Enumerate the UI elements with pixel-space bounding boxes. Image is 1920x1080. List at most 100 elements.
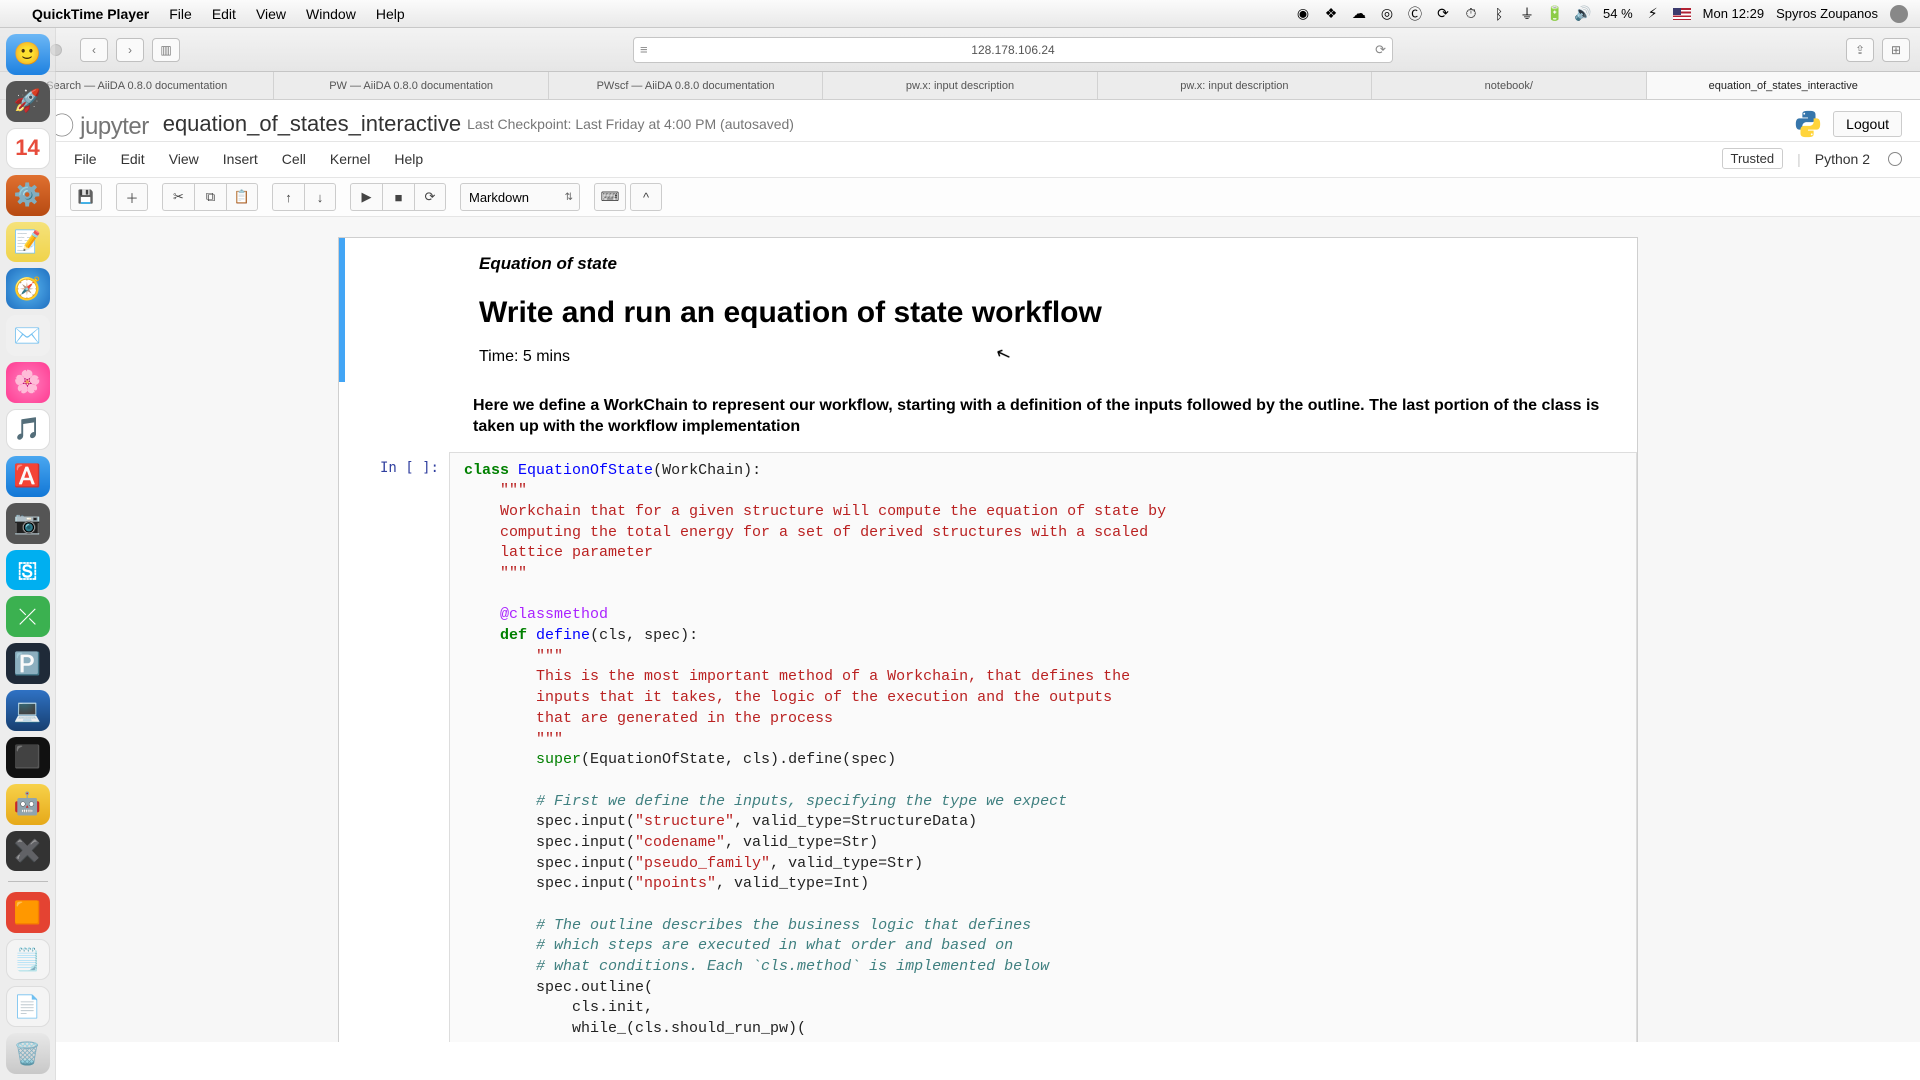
- eos-time: Time: 5 mins: [479, 348, 1613, 366]
- dock-photos[interactable]: 🌸: [6, 362, 50, 403]
- active-app-name[interactable]: QuickTime Player: [32, 6, 149, 22]
- jp-menu-insert[interactable]: Insert: [223, 151, 258, 167]
- safari-tab-6[interactable]: equation_of_states_interactive: [1647, 72, 1920, 99]
- notebook-scroll-area[interactable]: Equation of state Write and run an equat…: [56, 217, 1920, 1042]
- clock[interactable]: Mon 12:29: [1703, 6, 1764, 21]
- safari-tab-4[interactable]: pw.x: input description: [1098, 72, 1372, 99]
- dock-file[interactable]: 📄: [6, 986, 50, 1027]
- dock-mail[interactable]: ✉️: [6, 315, 50, 356]
- restart-button[interactable]: ⟳: [414, 183, 446, 211]
- sidebar-button[interactable]: ▥: [152, 38, 180, 62]
- dock-pycharm[interactable]: 🅿️: [6, 643, 50, 684]
- jp-menu-view[interactable]: View: [169, 151, 199, 167]
- paste-button[interactable]: 📋: [226, 183, 258, 211]
- wifi-icon[interactable]: ⏚: [1519, 6, 1535, 22]
- safari-tab-5[interactable]: notebook/: [1372, 72, 1646, 99]
- move-down-button[interactable]: ↓: [304, 183, 336, 211]
- spotlight-icon[interactable]: [1890, 5, 1908, 23]
- dock-x11[interactable]: ✖️: [6, 831, 50, 872]
- share-button[interactable]: ⇪: [1846, 38, 1874, 62]
- forward-button[interactable]: ›: [116, 38, 144, 62]
- dock-trash[interactable]: 🗑️: [6, 1033, 50, 1074]
- back-button[interactable]: ‹: [80, 38, 108, 62]
- tabs-button[interactable]: ⊞: [1882, 38, 1910, 62]
- notebook-title[interactable]: equation_of_states_interactive: [163, 111, 461, 137]
- user-name[interactable]: Spyros Zoupanos: [1776, 6, 1878, 21]
- cell-prompt: [345, 238, 455, 382]
- dock-todoist[interactable]: 🟧: [6, 892, 50, 933]
- dock-music[interactable]: 🎵: [6, 409, 50, 450]
- safari-tab-3[interactable]: pw.x: input description: [823, 72, 1097, 99]
- menu-window[interactable]: Window: [306, 6, 356, 22]
- dock-preview[interactable]: 🗒️: [6, 939, 50, 980]
- jp-menu-edit[interactable]: Edit: [121, 151, 145, 167]
- input-flag-icon[interactable]: [1673, 8, 1691, 20]
- battery-icon[interactable]: 🔋: [1547, 6, 1563, 22]
- menu-file[interactable]: File: [169, 6, 192, 22]
- dock-safari[interactable]: 🧭: [6, 268, 50, 309]
- dock-facetime[interactable]: 📷: [6, 503, 50, 544]
- menu-edit[interactable]: Edit: [212, 6, 236, 22]
- cell-toolbar-button[interactable]: ^: [630, 183, 662, 211]
- safari-tab-2[interactable]: PWscf — AiiDA 0.8.0 documentation: [549, 72, 823, 99]
- notebook-container: Equation of state Write and run an equat…: [338, 237, 1638, 1042]
- circle-status-icon[interactable]: ◎: [1379, 6, 1395, 22]
- menu-help[interactable]: Help: [376, 6, 405, 22]
- jupyter-logo[interactable]: ⃝ jupyter: [74, 106, 149, 141]
- jp-menu-file[interactable]: File: [74, 151, 97, 167]
- status-c-icon[interactable]: Ⓒ: [1407, 6, 1423, 22]
- jp-menu-cell[interactable]: Cell: [282, 151, 306, 167]
- code-content[interactable]: class EquationOfState(WorkChain): """ Wo…: [464, 461, 1622, 1042]
- trusted-badge[interactable]: Trusted: [1722, 148, 1784, 169]
- dock-separator: [8, 881, 48, 882]
- python-logo-icon: [1793, 109, 1823, 139]
- add-cell-button[interactable]: ＋: [116, 183, 148, 211]
- jp-menu-help[interactable]: Help: [394, 151, 423, 167]
- record-indicator-icon[interactable]: ◉: [1295, 6, 1311, 22]
- logout-button[interactable]: Logout: [1833, 111, 1902, 137]
- menu-view[interactable]: View: [256, 6, 286, 22]
- dropbox-icon[interactable]: ❖: [1323, 6, 1339, 22]
- eos-subtitle: Equation of state: [479, 254, 1613, 274]
- copy-button[interactable]: ⧉: [194, 183, 226, 211]
- sync-icon[interactable]: ⟳: [1435, 6, 1451, 22]
- cell-type-selected: Markdown: [469, 190, 529, 205]
- dock-finder[interactable]: 🙂: [6, 34, 50, 75]
- safari-toolbar: ‹ › ▥ ≡ 128.178.106.24 ⟳ ⇪ ⊞: [0, 28, 1920, 72]
- address-bar[interactable]: ≡ 128.178.106.24 ⟳: [633, 37, 1393, 63]
- safari-tab-1[interactable]: PW — AiiDA 0.8.0 documentation: [274, 72, 548, 99]
- dock-notes-alt[interactable]: ⚙️: [6, 175, 50, 216]
- dock-notes[interactable]: 📝: [6, 222, 50, 263]
- volume-icon[interactable]: 🔊: [1575, 6, 1591, 22]
- dock-skype[interactable]: 🇸: [6, 550, 50, 591]
- safari-tab-strip: Search — AiiDA 0.8.0 documentation PW — …: [0, 72, 1920, 100]
- jupyter-menubar: File Edit View Insert Cell Kernel Help T…: [56, 142, 1920, 178]
- dock-virtualbox[interactable]: 💻: [6, 690, 50, 731]
- dock-appstore[interactable]: 🅰️: [6, 456, 50, 497]
- dock-vscode-like[interactable]: ⤫: [6, 596, 50, 637]
- dock-terminal[interactable]: ⬛: [6, 737, 50, 778]
- mac-menubar: QuickTime Player File Edit View Window H…: [0, 0, 1920, 28]
- markdown-cell-1[interactable]: Equation of state Write and run an equat…: [339, 238, 1637, 382]
- command-palette-button[interactable]: ⌨: [594, 183, 626, 211]
- dock-launchpad[interactable]: 🚀: [6, 81, 50, 122]
- interrupt-button[interactable]: ■: [382, 183, 414, 211]
- bluetooth-icon[interactable]: ᛒ: [1491, 6, 1507, 22]
- save-button[interactable]: 💾: [70, 183, 102, 211]
- jp-menu-kernel[interactable]: Kernel: [330, 151, 370, 167]
- timemachine-icon[interactable]: ⏱: [1463, 6, 1479, 22]
- run-button[interactable]: ▶: [350, 183, 382, 211]
- cell-type-select[interactable]: Markdown: [460, 183, 580, 211]
- reader-icon[interactable]: ≡: [640, 42, 648, 57]
- dock-automator[interactable]: 🤖: [6, 784, 50, 825]
- jupyter-notebook: ⃝ jupyter equation_of_states_interactive…: [56, 100, 1920, 1080]
- jupyter-header: ⃝ jupyter equation_of_states_interactive…: [56, 100, 1920, 142]
- cloud-icon[interactable]: ☁︎: [1351, 6, 1367, 22]
- kernel-name[interactable]: Python 2: [1815, 151, 1870, 167]
- markdown-cell-2[interactable]: Here we define a WorkChain to represent …: [339, 382, 1637, 452]
- dock-calendar[interactable]: 14: [6, 128, 50, 169]
- code-cell-1[interactable]: In [ ]: class EquationOfState(WorkChain)…: [339, 452, 1637, 1042]
- move-up-button[interactable]: ↑: [272, 183, 304, 211]
- reload-icon[interactable]: ⟳: [1375, 42, 1386, 58]
- cut-button[interactable]: ✂: [162, 183, 194, 211]
